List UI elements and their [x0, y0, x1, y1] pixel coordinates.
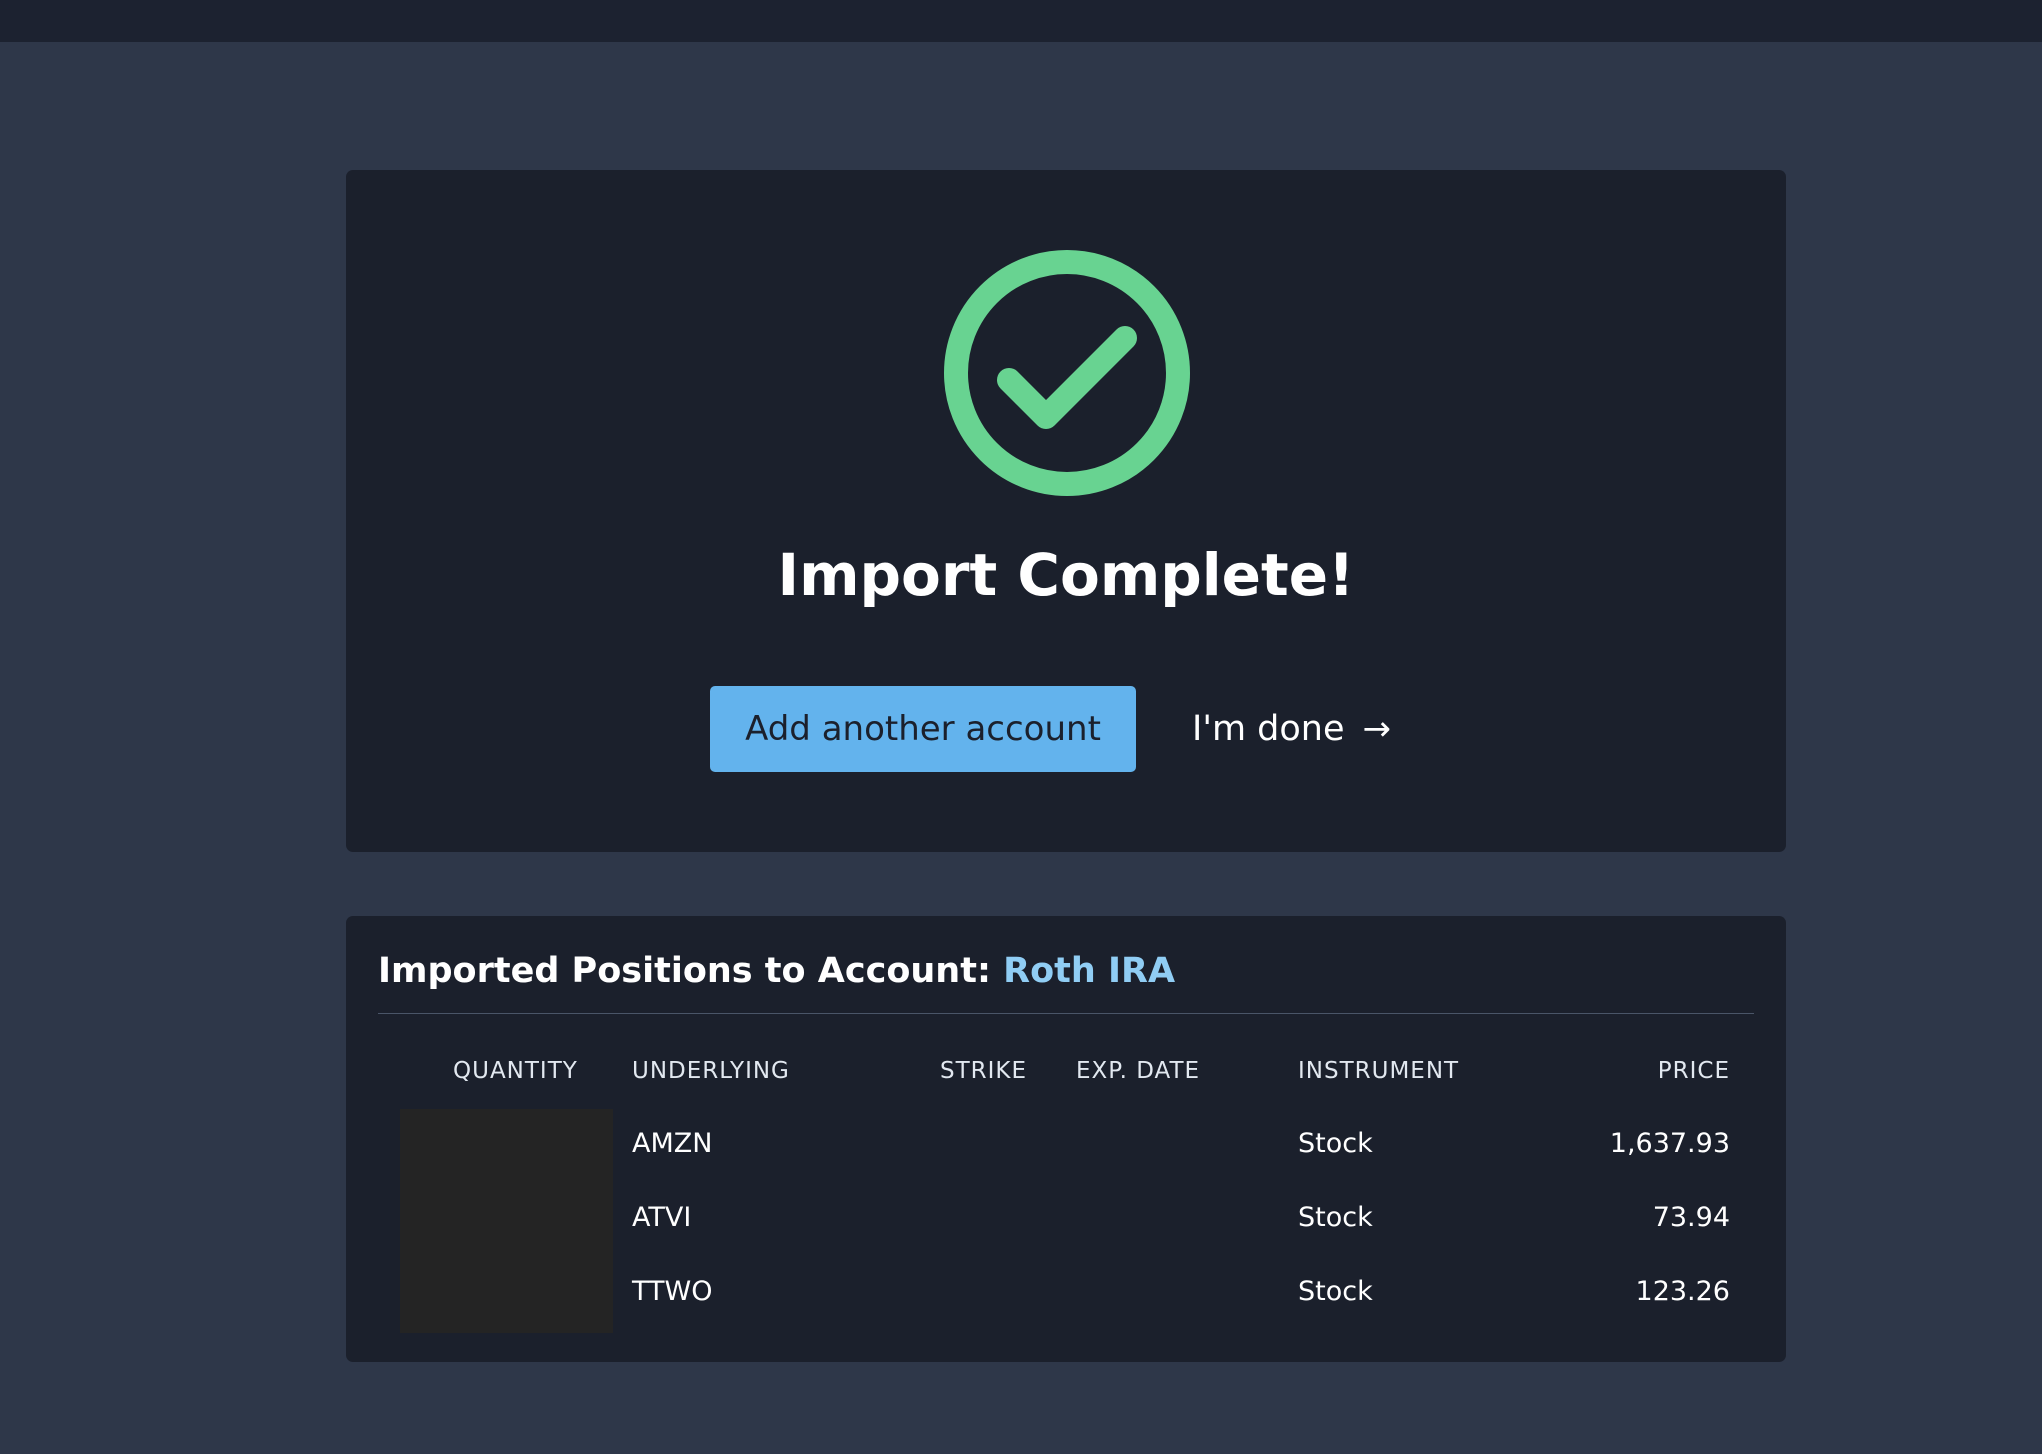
column-header-underlying: UNDERLYING — [632, 1058, 790, 1084]
table-cell-price: 1,637.93 — [1609, 1128, 1730, 1159]
table-cell-underlying: ATVI — [632, 1202, 692, 1233]
im-done-link[interactable]: I'm done → — [1192, 686, 1391, 772]
table-cell-price: 73.94 — [1652, 1202, 1730, 1233]
column-header-quantity: QUANTITY — [453, 1058, 578, 1084]
table-cell-instrument: Stock — [1298, 1202, 1373, 1233]
positions-heading: Imported Positions to Account: Roth IRA — [378, 946, 1175, 996]
top-bar — [0, 0, 2042, 42]
account-name: Roth IRA — [1003, 951, 1176, 991]
imported-positions-card: Imported Positions to Account: Roth IRA … — [346, 916, 1786, 1362]
import-success-card: Import Complete! Add another account I'm… — [346, 170, 1786, 852]
divider — [378, 1013, 1754, 1014]
column-header-strike: STRIKE — [940, 1058, 1028, 1084]
positions-heading-label: Imported Positions to Account: — [378, 951, 991, 991]
table-cell-underlying: AMZN — [632, 1128, 713, 1159]
add-another-account-button[interactable]: Add another account — [710, 686, 1136, 772]
redacted-quantity-block — [400, 1109, 613, 1333]
page-title: Import Complete! — [777, 541, 1355, 609]
arrow-right-icon: → — [1362, 709, 1392, 749]
table-cell-instrument: Stock — [1298, 1276, 1373, 1307]
column-header-instrument: INSTRUMENT — [1298, 1058, 1460, 1084]
table-cell-instrument: Stock — [1298, 1128, 1373, 1159]
table-cell-price: 123.26 — [1635, 1276, 1730, 1307]
check-circle-icon — [944, 250, 1190, 496]
column-header-exp-date: EXP. DATE — [1076, 1058, 1201, 1084]
im-done-label: I'm done — [1192, 709, 1345, 749]
column-header-price: PRICE — [1657, 1058, 1730, 1084]
table-cell-underlying: TTWO — [632, 1276, 713, 1307]
